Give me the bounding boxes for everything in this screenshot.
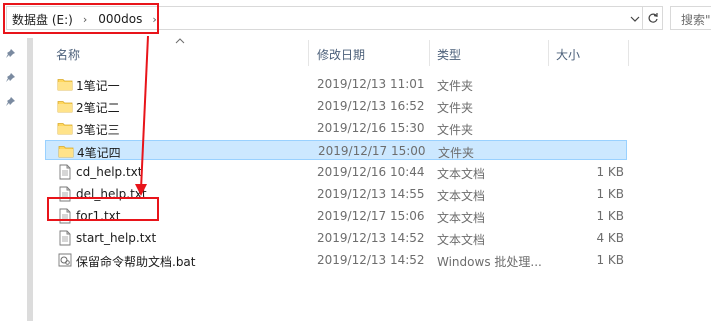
sort-ascending-icon xyxy=(175,38,185,44)
file-type: 文本文档 xyxy=(437,167,486,181)
column-divider[interactable] xyxy=(429,40,430,66)
file-modified-date: 2019/12/13 14:52 xyxy=(317,253,425,267)
breadcrumb: 数据盘 (E:) › 000dos › xyxy=(12,11,168,27)
file-size: 1 KB xyxy=(596,253,624,267)
column-header-size[interactable]: 大小 xyxy=(556,46,580,63)
column-divider[interactable] xyxy=(628,40,629,66)
text-file-icon xyxy=(59,230,71,246)
file-name: del_help.txt xyxy=(76,187,147,201)
file-name: for1.txt xyxy=(76,209,121,223)
search-input[interactable]: 搜索" xyxy=(670,6,711,30)
batch-file-icon xyxy=(58,253,72,267)
pin-icon[interactable] xyxy=(4,96,16,108)
column-header-modified[interactable]: 修改日期 xyxy=(317,46,365,63)
file-row[interactable]: cd_help.txt 2019/12/16 10:44 文本文档 1 KB xyxy=(45,162,627,182)
address-history-button[interactable] xyxy=(628,10,642,28)
navigation-scrollbar[interactable] xyxy=(27,38,33,321)
file-modified-date: 2019/12/13 16:52 xyxy=(317,99,425,113)
file-modified-date: 2019/12/16 15:30 xyxy=(317,121,425,135)
file-type: 文本文档 xyxy=(437,211,486,225)
column-divider[interactable] xyxy=(308,40,309,66)
text-file-icon xyxy=(59,164,71,180)
refresh-icon xyxy=(648,13,658,23)
column-header-type[interactable]: 类型 xyxy=(437,46,461,63)
column-header-row: 名称 修改日期 类型 大小 xyxy=(34,38,711,68)
file-type: 文件夹 xyxy=(438,146,475,160)
file-row[interactable]: for1.txt 2019/12/17 15:06 文本文档 1 KB xyxy=(45,206,627,226)
file-modified-date: 2019/12/13 14:52 xyxy=(317,231,425,245)
text-file-icon xyxy=(59,186,71,202)
file-name: start_help.txt xyxy=(76,231,157,245)
file-name: 保留命令帮助文档.bat xyxy=(76,255,196,269)
folder-icon xyxy=(57,79,73,91)
chevron-down-icon xyxy=(630,16,640,22)
file-type: 文件夹 xyxy=(437,79,474,93)
file-row[interactable]: 1笔记一 2019/12/13 11:01 文件夹 xyxy=(45,74,627,94)
file-list: 名称 修改日期 类型 大小 1笔记一 2019/12/13 11:01 文件夹 2笔记… xyxy=(34,38,711,321)
file-name: 4笔记四 xyxy=(77,146,121,160)
pin-icon[interactable] xyxy=(4,48,16,60)
column-divider[interactable] xyxy=(548,40,549,66)
breadcrumb-folder[interactable]: 000dos xyxy=(98,12,142,26)
file-row[interactable]: 3笔记三 2019/12/16 15:30 文件夹 xyxy=(45,118,627,138)
file-type: 文件夹 xyxy=(437,101,474,115)
file-modified-date: 2019/12/16 10:44 xyxy=(317,165,425,179)
folder-icon xyxy=(57,101,73,113)
file-row[interactable]: 保留命令帮助文档.bat 2019/12/13 14:52 Windows 批处理.… xyxy=(45,250,627,270)
file-size: 1 KB xyxy=(596,187,624,201)
breadcrumb-drive[interactable]: 数据盘 (E:) xyxy=(12,11,73,28)
file-type: 文本文档 xyxy=(437,233,486,247)
file-modified-date: 2019/12/13 11:01 xyxy=(317,77,425,91)
folder-icon xyxy=(57,123,73,135)
file-size: 1 KB xyxy=(596,209,624,223)
chevron-right-icon[interactable]: › xyxy=(83,13,87,26)
file-row[interactable]: del_help.txt 2019/12/13 14:55 文本文档 1 KB xyxy=(45,184,627,204)
address-bar-area: 数据盘 (E:) › 000dos › 搜索" xyxy=(0,0,711,38)
file-modified-date: 2019/12/17 15:00 xyxy=(318,144,426,158)
file-modified-date: 2019/12/17 15:06 xyxy=(317,209,425,223)
file-type: Windows 批处理... xyxy=(437,255,542,269)
file-row[interactable]: 2笔记二 2019/12/13 16:52 文件夹 xyxy=(45,96,627,116)
file-name: cd_help.txt xyxy=(76,165,143,179)
address-field[interactable]: 数据盘 (E:) › 000dos › xyxy=(6,6,643,30)
file-name: 1笔记一 xyxy=(76,79,120,93)
pin-icon[interactable] xyxy=(4,72,16,84)
refresh-button[interactable] xyxy=(643,6,663,30)
file-row[interactable]: start_help.txt 2019/12/13 14:52 文本文档 4 KB xyxy=(45,228,627,248)
file-type: 文件夹 xyxy=(437,123,474,137)
file-name: 2笔记二 xyxy=(76,101,120,115)
text-file-icon xyxy=(59,208,71,224)
column-header-name[interactable]: 名称 xyxy=(56,46,80,63)
search-placeholder: 搜索" xyxy=(681,13,711,27)
file-size: 1 KB xyxy=(596,165,624,179)
file-size: 4 KB xyxy=(596,231,624,245)
folder-icon xyxy=(58,146,74,158)
file-modified-date: 2019/12/13 14:55 xyxy=(317,187,425,201)
file-name: 3笔记三 xyxy=(76,123,120,137)
chevron-right-icon[interactable]: › xyxy=(152,13,156,26)
file-type: 文本文档 xyxy=(437,189,486,203)
file-row[interactable]: 4笔记四 2019/12/17 15:00 文件夹 xyxy=(45,140,627,160)
